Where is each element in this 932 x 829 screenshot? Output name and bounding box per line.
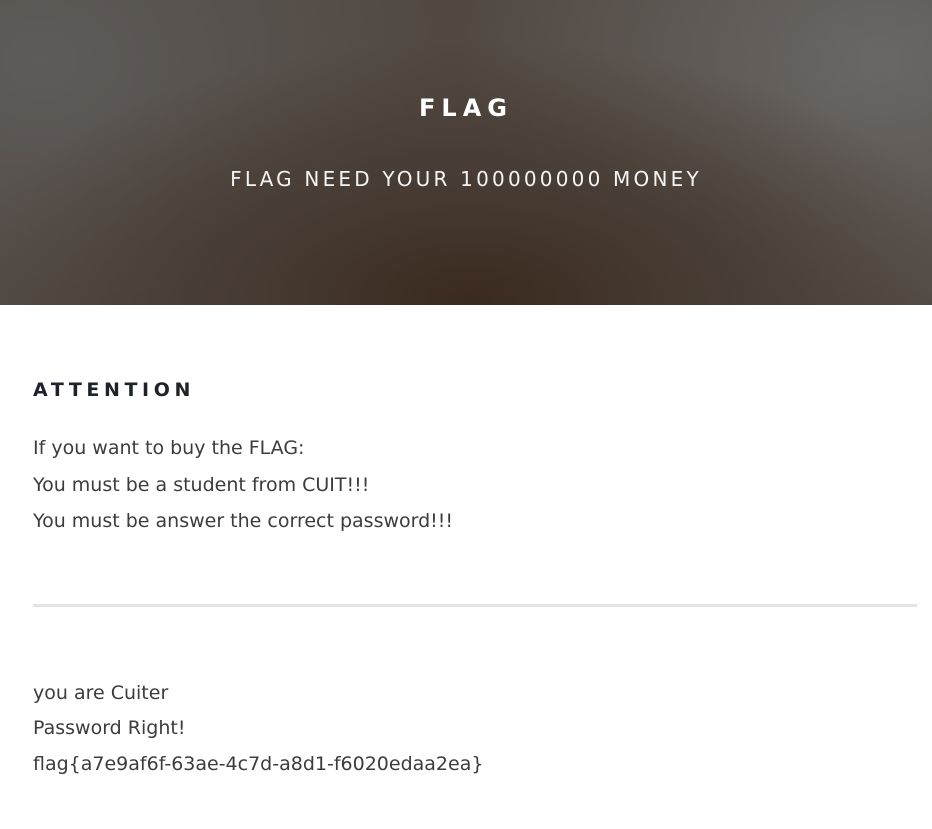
attention-line: You must be a student from CUIT!!! — [33, 474, 370, 496]
flag-value: flag{a7e9af6f-63ae-4c7d-a8d1-f6020edaa2e… — [33, 753, 484, 775]
page-subtitle: FLAG NEED YOUR 100000000 MONEY — [230, 167, 702, 191]
result-line: you are Cuiter — [33, 682, 169, 704]
page-title: FLAG — [419, 94, 513, 122]
section-divider — [33, 604, 917, 607]
hero-banner: FLAG FLAG NEED YOUR 100000000 MONEY — [0, 0, 932, 305]
attention-heading: ATTENTION — [33, 379, 195, 401]
attention-line: If you want to buy the FLAG: — [33, 437, 305, 459]
attention-line: You must be answer the correct password!… — [33, 510, 454, 532]
result-line: Password Right! — [33, 717, 186, 739]
